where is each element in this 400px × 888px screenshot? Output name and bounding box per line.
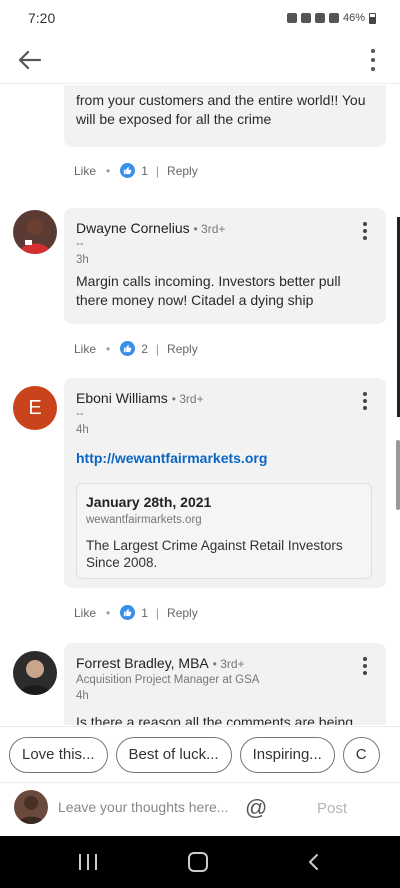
battery-percent: 46% <box>342 12 365 24</box>
avatar-letter: E <box>28 396 42 419</box>
like-count[interactable]: 2 <box>141 342 148 356</box>
comment-bubble: from your customers and the entire world… <box>64 85 386 147</box>
status-time: 7:20 <box>28 10 56 26</box>
like-reaction-icon <box>120 605 136 620</box>
comment-actions: Like • 1 | Reply <box>74 605 198 620</box>
like-count[interactable]: 1 <box>141 606 148 620</box>
status-bar: 7:20 46% <box>0 0 400 36</box>
alarm-icon <box>300 13 311 23</box>
connection-degree: • 3rd+ <box>212 657 245 671</box>
link-preview-card[interactable]: January 28th, 2021 wewantfairmarkets.org… <box>76 483 372 579</box>
home-icon[interactable] <box>188 852 208 872</box>
recent-apps-icon[interactable] <box>79 854 97 870</box>
wifi-icon <box>314 13 325 23</box>
comment-bubble: Eboni Williams • 3rd+ -- 4h http://wewan… <box>64 378 386 588</box>
battery-icon <box>369 12 376 24</box>
comment-text: Is there a reason all the comments are b… <box>76 714 354 725</box>
suggestion-chip[interactable]: Best of luck... <box>115 736 232 773</box>
comment-bubble: Forrest Bradley, MBA • 3rd+ Acquisition … <box>64 643 386 725</box>
comment-menu-icon[interactable] <box>362 222 368 240</box>
suggestion-chip[interactable]: Inspiring... <box>239 736 335 773</box>
commenter-name-line[interactable]: Dwayne Cornelius • 3rd+ <box>76 220 225 236</box>
like-button[interactable]: Like <box>74 342 96 356</box>
back-arrow-icon[interactable] <box>16 46 44 74</box>
mention-icon[interactable]: @ <box>245 795 267 821</box>
commenter-headline: -- <box>76 238 84 250</box>
reply-button[interactable]: Reply <box>167 606 198 620</box>
preview-description: The Largest Crime Against Retail Investo… <box>86 538 343 570</box>
comment-menu-icon[interactable] <box>362 392 368 410</box>
suggestion-chip[interactable]: Love this... <box>9 736 108 773</box>
comment-time: 3h <box>76 254 89 266</box>
avatar[interactable]: E <box>13 386 57 430</box>
comment-text: Margin calls incoming. Investors better … <box>76 273 341 308</box>
connection-degree: • 3rd+ <box>171 392 204 406</box>
commenter-name-line[interactable]: Eboni Williams • 3rd+ <box>76 390 204 406</box>
app-bar <box>0 36 400 84</box>
overflow-menu-icon[interactable] <box>368 46 378 74</box>
comment-actions: Like • 1 | Reply <box>74 163 198 178</box>
comment-link[interactable]: http://wewantfairmarkets.org <box>76 450 267 466</box>
reply-suggestions: Love this... Best of luck... Inspiring..… <box>0 726 400 782</box>
like-reaction-icon <box>120 163 136 178</box>
reply-button[interactable]: Reply <box>167 342 198 356</box>
comment-composer: Leave your thoughts here... @ Post <box>0 782 400 834</box>
scrollbar[interactable] <box>396 440 400 510</box>
avatar[interactable] <box>13 210 57 254</box>
reply-button[interactable]: Reply <box>167 164 198 178</box>
commenter-headline: Acquisition Project Manager at GSA <box>76 674 260 686</box>
notification-icon <box>286 13 297 23</box>
preview-title: January 28th, 2021 <box>86 494 212 510</box>
comment-input[interactable]: Leave your thoughts here... <box>58 799 228 815</box>
system-nav-bar <box>0 836 400 888</box>
signal-icon <box>328 13 339 23</box>
like-button[interactable]: Like <box>74 606 96 620</box>
post-button[interactable]: Post <box>317 800 347 817</box>
status-icons: 46% <box>286 12 376 24</box>
avatar[interactable] <box>13 651 57 695</box>
comment-time: 4h <box>76 690 89 702</box>
comments-feed[interactable]: from your customers and the entire world… <box>0 85 400 725</box>
comment-time: 4h <box>76 424 89 436</box>
comment-text: from your customers and the entire world… <box>76 92 366 127</box>
commenter-name[interactable]: Eboni Williams <box>76 390 168 406</box>
connection-degree: • 3rd+ <box>193 222 226 236</box>
avatar <box>14 790 48 824</box>
comment-actions: Like • 2 | Reply <box>74 341 198 356</box>
preview-domain: wewantfairmarkets.org <box>86 514 202 526</box>
commenter-name-line[interactable]: Forrest Bradley, MBA • 3rd+ <box>76 655 245 671</box>
commenter-name[interactable]: Forrest Bradley, MBA <box>76 655 209 671</box>
like-reaction-icon <box>120 341 136 356</box>
like-button[interactable]: Like <box>74 164 96 178</box>
comment-bubble: Dwayne Cornelius • 3rd+ -- 3h Margin cal… <box>64 208 386 324</box>
suggestion-chip[interactable]: C <box>342 736 380 773</box>
like-count[interactable]: 1 <box>141 164 148 178</box>
commenter-name[interactable]: Dwayne Cornelius <box>76 220 190 236</box>
nav-back-icon[interactable] <box>304 852 324 872</box>
commenter-headline: -- <box>76 408 84 420</box>
comment-menu-icon[interactable] <box>362 657 368 675</box>
